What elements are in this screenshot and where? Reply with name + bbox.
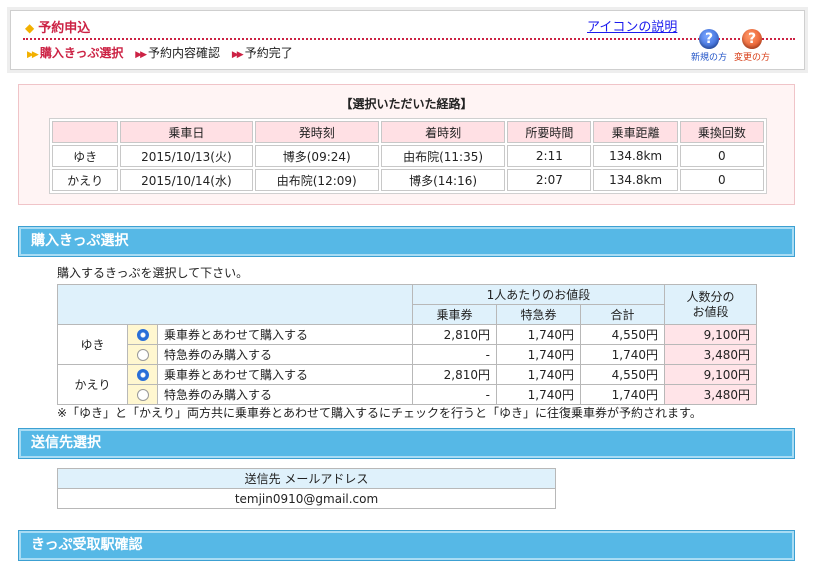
radio-unselected-icon	[136, 349, 149, 361]
option-label: 特急券のみ購入する	[157, 344, 413, 365]
sum-value: 4,550円	[580, 324, 665, 345]
table-row: ゆき 2015/10/13(火) 博多(09:24) 由布院(11:35) 2:…	[52, 145, 764, 167]
section-pickup-station: きっぷ受取駅確認	[18, 530, 795, 561]
fare-header: 乗車券	[412, 304, 497, 325]
ticket-instruction: 購入するきっぷを選択して下さい。	[57, 266, 249, 280]
total-value: 9,100円	[664, 364, 757, 385]
header-divider	[23, 38, 795, 40]
sum-header: 合計	[580, 304, 665, 325]
route-col-header	[52, 121, 119, 143]
express-value: 1,740円	[496, 324, 581, 345]
ticket-blank-header	[57, 284, 413, 325]
mail-table: 送信先 メールアドレス temjin0910@gmail.com	[57, 468, 556, 509]
table-row: かえり 乗車券とあわせて購入する 2,810円 1,740円 4,550円 9,…	[57, 364, 757, 405]
page-title: ◆ 予約申込	[25, 21, 91, 36]
total-header: 人数分の お値段	[664, 284, 757, 325]
table-row: 特急券のみ購入する - 1,740円 1,740円 3,480円	[58, 344, 757, 365]
option-label: 特急券のみ購入する	[157, 384, 413, 405]
route-cell: かえり	[52, 169, 119, 191]
fare-value: 2,810円	[412, 364, 497, 385]
route-cell: 由布院(12:09)	[254, 169, 379, 191]
question-icon: ?	[699, 29, 719, 49]
progress-steps: ▶▶ 購入きっぷ選択 ▶▶ 予約内容確認 ▶▶ 予約完了	[27, 44, 301, 61]
radio-outbound-with-fare[interactable]	[127, 324, 158, 345]
diamond-icon: ◆	[25, 21, 35, 35]
route-cell: 2015/10/13(火)	[120, 145, 253, 167]
express-value: 1,740円	[496, 344, 581, 365]
radio-return-express-only[interactable]	[127, 384, 158, 405]
help-new-label: 新規の方	[690, 53, 727, 63]
express-header: 特急券	[496, 304, 581, 325]
radio-selected-icon	[136, 369, 149, 381]
step-confirm: 予約内容確認	[148, 46, 221, 60]
route-cell: ゆき	[52, 145, 119, 167]
help-change-button[interactable]: ? 変更の方	[728, 29, 776, 63]
icon-help-link[interactable]: アイコンの説明	[587, 16, 677, 35]
option-label: 乗車券とあわせて購入する	[157, 324, 413, 345]
help-change-label: 変更の方	[733, 53, 770, 63]
fare-value: -	[412, 344, 497, 365]
mail-header: 送信先 メールアドレス	[57, 468, 556, 489]
route-col-header: 所要時間	[507, 121, 592, 143]
table-row: かえり 2015/10/14(水) 由布院(12:09) 博多(14:16) 2…	[52, 169, 764, 191]
table-row: temjin0910@gmail.com	[57, 488, 556, 509]
radio-outbound-express-only[interactable]	[127, 344, 158, 365]
route-col-header: 乗車距離	[593, 121, 678, 143]
option-label: 乗車券とあわせて購入する	[157, 364, 413, 385]
route-cell: 0	[679, 169, 764, 191]
total-value: 3,480円	[664, 344, 757, 365]
section-mail-select: 送信先選択	[18, 428, 795, 459]
total-value: 3,480円	[664, 384, 757, 405]
ticket-header-row: 1人あたりのお値段 人数分の お値段	[57, 284, 757, 325]
round-trip-note: ※「ゆき」と「かえり」両方共に乗車券とあわせて購入するにチェックを行うと「ゆき」…	[57, 406, 702, 420]
fare-value: -	[412, 384, 497, 405]
fare-value: 2,810円	[412, 324, 497, 345]
route-cell: 0	[679, 145, 764, 167]
route-cell: 2:11	[507, 145, 592, 167]
route-cell: 由布院(11:35)	[380, 145, 506, 167]
step-arrow-icon: ▶▶	[27, 50, 39, 60]
route-cell: 134.8km	[593, 169, 678, 191]
route-header-row: 乗車日 発時刻 着時刻 所要時間 乗車距離 乗換回数	[52, 121, 764, 143]
route-summary: 【選択いただいた経路】 乗車日 発時刻 着時刻 所要時間 乗車距離 乗換回数 ゆ…	[18, 84, 795, 205]
route-col-header: 着時刻	[380, 121, 506, 143]
route-cell: 博多(09:24)	[254, 145, 379, 167]
route-cell: 134.8km	[593, 145, 678, 167]
section-ticket-select: 購入きっぷ選択	[18, 226, 795, 257]
route-cell: 2:07	[507, 169, 592, 191]
radio-unselected-icon	[136, 389, 149, 401]
route-cell: 博多(14:16)	[380, 169, 506, 191]
ticket-table: 1人あたりのお値段 人数分の お値段 乗車券 特急券 合計 ゆき 乗車券とあわせ…	[57, 284, 757, 405]
question-icon: ?	[742, 29, 762, 49]
table-row: ゆき 乗車券とあわせて購入する 2,810円 1,740円 4,550円 9,1…	[57, 324, 757, 365]
per-person-header: 1人あたりのお値段	[412, 284, 665, 305]
route-title: 【選択いただいた経路】	[340, 97, 473, 111]
route-cell: 2015/10/14(水)	[120, 169, 253, 191]
sum-value: 4,550円	[580, 364, 665, 385]
route-table: 乗車日 発時刻 着時刻 所要時間 乗車距離 乗換回数 ゆき 2015/10/13…	[49, 118, 767, 194]
express-value: 1,740円	[496, 364, 581, 385]
express-value: 1,740円	[496, 384, 581, 405]
route-col-header: 乗換回数	[679, 121, 764, 143]
step-arrow-icon: ▶▶	[231, 50, 244, 60]
route-col-header: 乗車日	[120, 121, 253, 143]
email-value: temjin0910@gmail.com	[57, 488, 556, 509]
sum-value: 1,740円	[580, 344, 665, 365]
page-header: ◆ 予約申込 アイコンの説明 ▶▶ 購入きっぷ選択 ▶▶ 予約内容確認 ▶▶ 予約完了 …	[10, 10, 805, 70]
table-row: 特急券のみ購入する - 1,740円 1,740円 3,480円	[58, 384, 757, 405]
step-arrow-icon: ▶▶	[135, 50, 147, 60]
radio-selected-icon	[136, 329, 149, 341]
mail-header-row: 送信先 メールアドレス	[57, 468, 556, 489]
help-new-button[interactable]: ? 新規の方	[685, 29, 733, 63]
step-complete: 予約完了	[244, 46, 293, 60]
radio-return-with-fare[interactable]	[127, 364, 158, 385]
direction-label: ゆき	[57, 324, 128, 365]
step-ticket-select: 購入きっぷ選択	[39, 46, 124, 60]
direction-label: かえり	[57, 364, 128, 405]
route-col-header: 発時刻	[254, 121, 379, 143]
sum-value: 1,740円	[580, 384, 665, 405]
total-value: 9,100円	[664, 324, 757, 345]
